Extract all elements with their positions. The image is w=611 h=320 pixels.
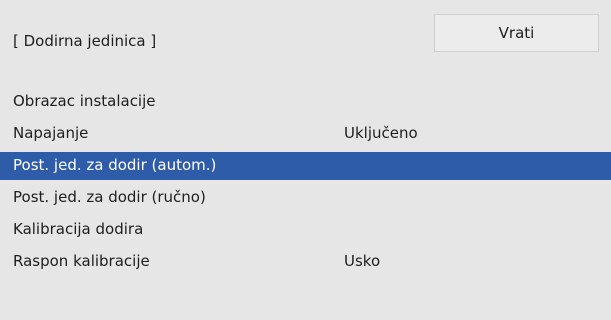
menu-item-installation-pattern[interactable]: Obrazac instalacije [0,88,611,116]
menu-item-value: Usko [344,252,381,270]
menu-item-label: Post. jed. za dodir (autom.) [13,156,217,174]
menu-item-power[interactable]: Napajanje Uključeno [0,120,611,148]
settings-menu: Obrazac instalacije Napajanje Uključeno … [0,88,611,280]
menu-item-label: Obrazac instalacije [13,92,156,110]
page-title: [ Dodirna jedinica ] [13,32,157,50]
touch-unit-settings-panel: [ Dodirna jedinica ] Vrati Obrazac insta… [0,0,611,320]
menu-item-label: Raspon kalibracije [13,252,150,270]
menu-item-calibration-range[interactable]: Raspon kalibracije Usko [0,248,611,276]
menu-item-touch-setup-manual[interactable]: Post. jed. za dodir (ručno) [0,184,611,212]
menu-item-value: Uključeno [344,124,418,142]
back-button[interactable]: Vrati [434,14,599,52]
menu-item-label: Kalibracija dodira [13,220,144,238]
menu-item-label: Post. jed. za dodir (ručno) [13,188,206,206]
menu-item-touch-setup-auto[interactable]: Post. jed. za dodir (autom.) [0,152,611,180]
menu-item-label: Napajanje [13,124,89,142]
menu-header: [ Dodirna jedinica ] Vrati [0,0,611,84]
menu-item-touch-calibration[interactable]: Kalibracija dodira [0,216,611,244]
